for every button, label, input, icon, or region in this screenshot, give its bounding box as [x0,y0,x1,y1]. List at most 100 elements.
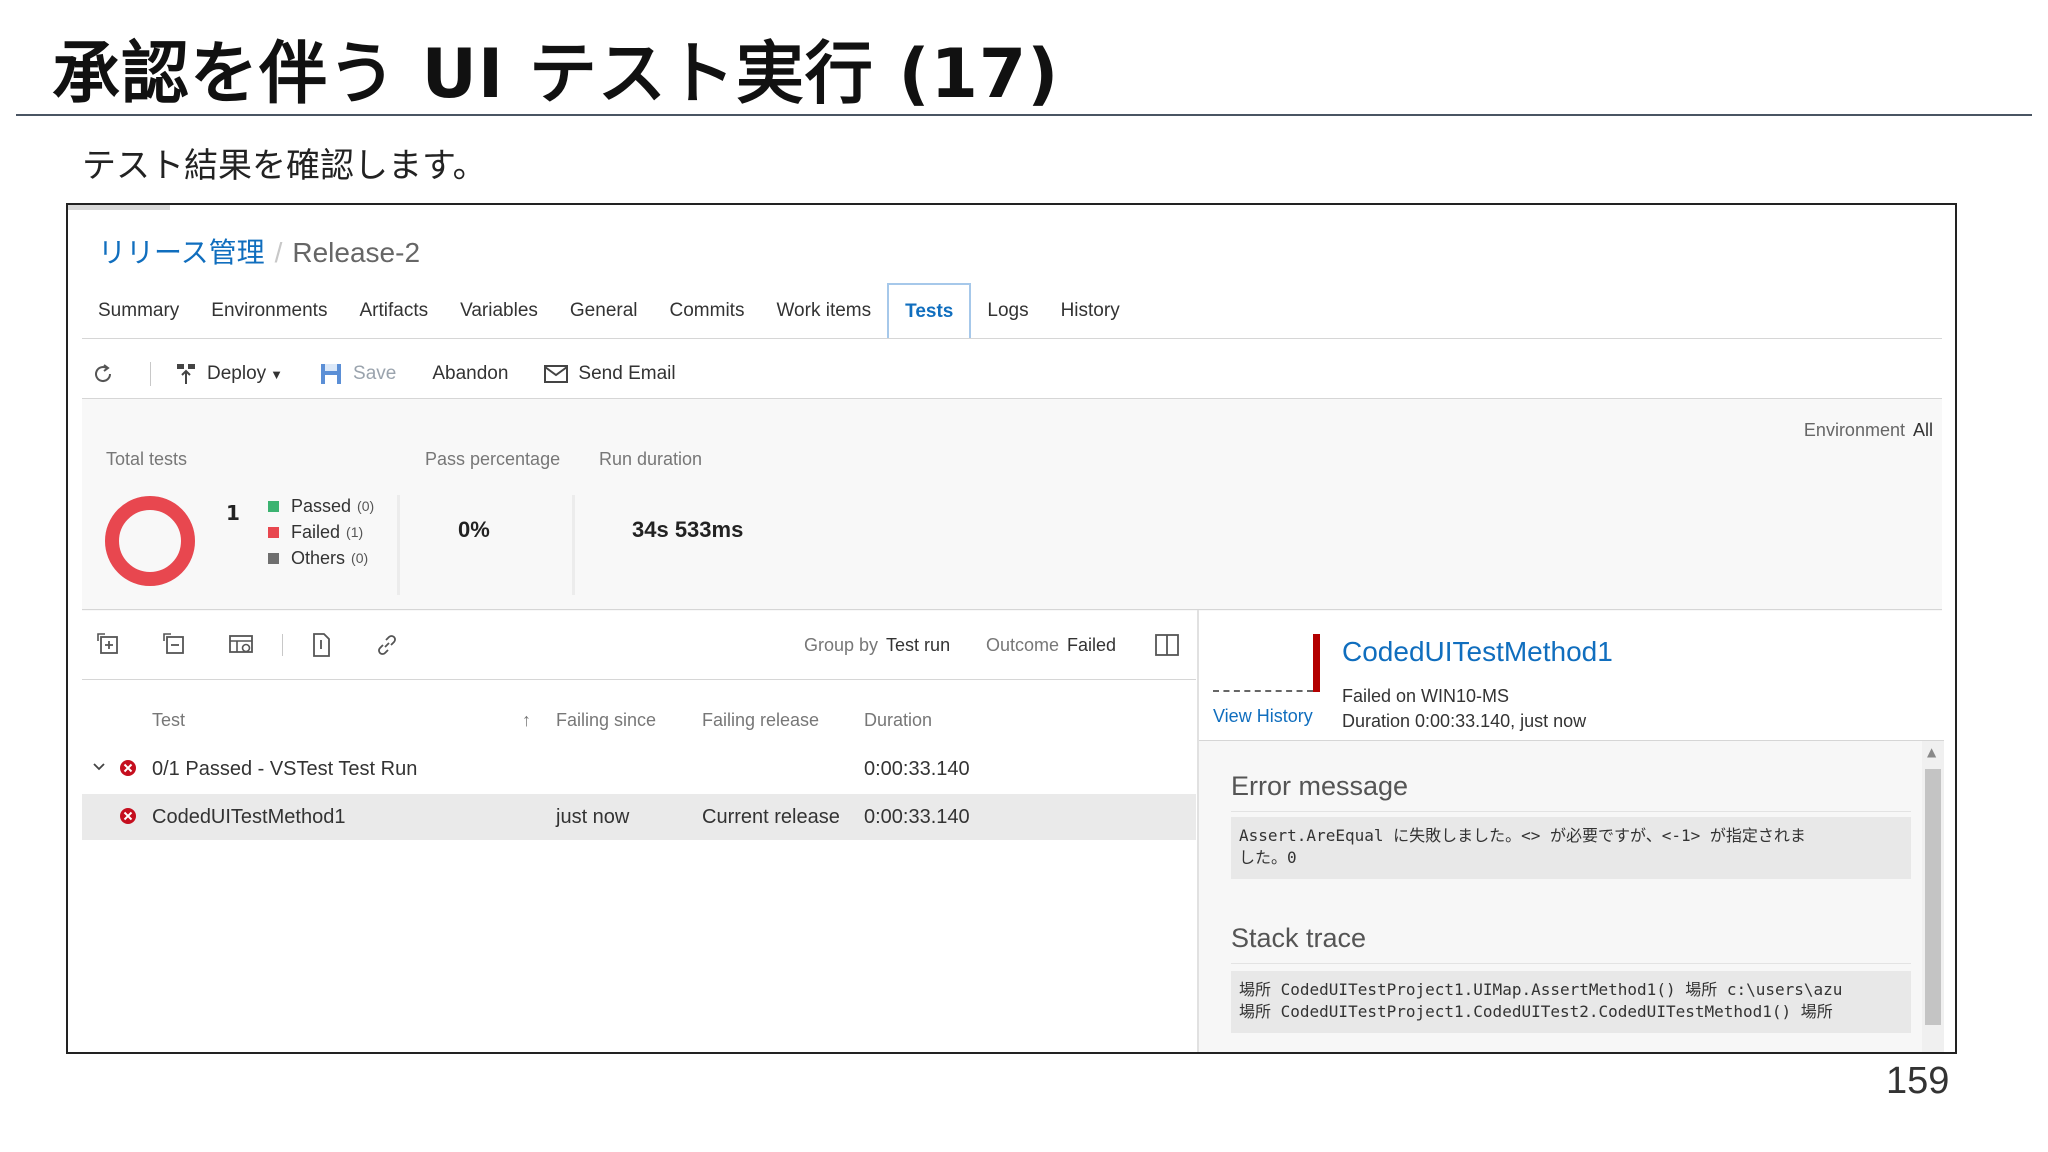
column-header-test[interactable]: Test [152,710,185,731]
legend-others-swatch [268,552,279,564]
run-duration-value: 34s 533ms [632,517,744,542]
mail-icon [544,365,569,383]
total-tests-count: 1 [226,501,240,525]
stack-trace-title: Stack trace [1231,923,1367,953]
outcome-donut-chart [105,496,195,586]
release-tests-screenshot: リリース管理 / Release-2 Summary Environments Ar… [66,203,1957,1054]
view-history-link[interactable]: View History [1213,706,1313,727]
outcome-label: Outcome [986,635,1060,655]
breadcrumb-separator: / [274,237,283,268]
failing-release-value: Current release [702,806,840,828]
export-icon[interactable] [308,632,334,658]
chevron-down-icon: ▼ [270,366,284,382]
environment-filter[interactable]: Environment All [1804,420,1933,441]
send-email-button[interactable]: Send Email [544,363,676,385]
run-duration-label: Run duration [599,449,703,469]
history-baseline [1213,690,1313,692]
stack-trace-line: 場所 CodedUITestProject1.CodedUITest2.Code… [1239,1002,1833,1021]
grid-toolbar: Group by Test run Outcome Failed [82,610,1196,680]
breadcrumb-release-management[interactable]: リリース管理 [98,237,265,268]
total-tests-label: Total tests [106,449,188,469]
deploy-label: Deploy [207,363,267,384]
pass-percentage-label: Pass percentage [425,449,561,469]
test-details-pane: View History CodedUITestMethod1 Failed o… [1197,610,1944,1052]
test-name: CodedUITestMethod1 [152,806,346,828]
abandon-button[interactable]: Abandon [432,363,508,385]
breadcrumb: リリース管理 / Release-2 [98,231,420,271]
release-tabs: Summary Environments Artifacts Variables… [82,283,1136,339]
failing-since-value: just now [556,806,630,828]
collapse-all-icon[interactable] [162,632,188,658]
group-by-label: Group by [804,635,879,655]
test-run-group-row[interactable]: 0/1 Passed - VSTest Test Run 0:00:33.140 [82,746,1196,792]
refresh-icon [95,364,112,383]
save-button[interactable]: Save [319,362,396,386]
test-detail-body: Error message Assert.AreEqual に失敗しました。<>… [1199,741,1944,1052]
slide-title: 承認を伴う UI テスト実行 (17) [52,35,1060,114]
error-message-line: した。0 [1239,848,1297,867]
column-header-failing-since[interactable]: Failing since [556,710,656,731]
breadcrumb-current-release: Release-2 [292,237,421,268]
column-header-duration[interactable]: Duration [864,710,932,731]
slide-subtitle: テスト結果を確認します。 [82,146,487,186]
legend-failed: Failed (1) [268,519,374,545]
tab-environments[interactable]: Environments [195,283,343,339]
test-run-name: 0/1 Passed - VSTest Test Run [152,758,418,780]
abandon-label: Abandon [432,363,509,384]
title-divider [16,114,2032,116]
tab-general[interactable]: General [554,283,654,339]
scrollbar-thumb[interactable] [1925,769,1941,1025]
legend-passed-swatch [268,500,279,512]
group-by-dropdown[interactable]: Group by Test run [804,635,950,656]
tab-artifacts[interactable]: Artifacts [343,283,444,339]
error-message-box: Assert.AreEqual に失敗しました。<> が必要ですが、<-1> が… [1231,817,1911,879]
history-failed-bar [1313,634,1320,692]
test-detail-header: View History CodedUITestMethod1 Failed o… [1199,610,1944,740]
tab-summary[interactable]: Summary [82,283,195,339]
donut-failed-segment [105,496,195,586]
sort-ascending-icon[interactable]: ↑ [522,710,531,731]
tab-tests[interactable]: Tests [887,283,972,339]
column-header-failing-release[interactable]: Failing release [702,710,819,731]
legend-others: Others (0) [268,545,374,571]
failed-status-icon [120,760,136,776]
test-run-duration: 0:00:33.140 [864,758,970,780]
environment-filter-value: All [1912,420,1933,440]
outcome-filter-dropdown[interactable]: Outcome Failed [986,635,1116,656]
pass-percentage-value: 0% [458,517,490,542]
tab-variables[interactable]: Variables [444,283,554,339]
release-toolbar: Deploy ▼ Save Abandon Send Email [90,353,712,395]
link-icon[interactable] [374,632,400,658]
deploy-button[interactable]: Deploy ▼ [175,362,283,386]
stack-trace-box: 場所 CodedUITestProject1.UIMap.AssertMetho… [1231,971,1911,1033]
detail-scrollbar[interactable]: ▲ [1922,741,1944,1052]
tab-work-items[interactable]: Work items [760,283,887,339]
save-icon [321,364,342,384]
test-results-grid: Group by Test run Outcome Failed Test ↑ Fa… [82,610,1196,1052]
tab-commits[interactable]: Commits [654,283,761,339]
page-number: 159 [1886,1060,1950,1102]
deploy-icon [177,364,195,384]
outcome-value: Failed [1067,635,1117,655]
failed-on-text: Failed on WIN10-MS [1342,686,1510,706]
environment-filter-label: Environment [1803,420,1905,440]
refresh-button[interactable] [90,361,126,387]
expand-all-icon[interactable] [96,632,122,658]
chevron-down-icon[interactable] [92,760,106,774]
outcome-legend: Passed (0) Failed (1) Others (0) [268,493,374,571]
tab-logs[interactable]: Logs [971,283,1044,339]
duration-text: Duration 0:00:33.140, just now [1342,711,1587,731]
failed-status-icon [120,808,136,824]
test-detail-title: CodedUITestMethod1 [1342,636,1613,667]
table-row[interactable]: CodedUITestMethod1 just now Current rele… [82,794,1196,840]
test-duration-value: 0:00:33.140 [864,806,970,828]
toggle-details-pane-icon[interactable] [1154,632,1180,658]
tab-history[interactable]: History [1045,283,1136,339]
send-email-label: Send Email [578,363,676,384]
stack-trace-line: 場所 CodedUITestProject1.UIMap.AssertMetho… [1239,980,1843,999]
error-message-line: Assert.AreEqual に失敗しました。<> が必要ですが、<-1> が… [1239,826,1806,845]
column-options-icon[interactable] [228,632,254,658]
scroll-up-icon[interactable]: ▲ [1927,745,1936,759]
error-message-title: Error message [1231,771,1409,801]
legend-failed-swatch [268,526,279,538]
